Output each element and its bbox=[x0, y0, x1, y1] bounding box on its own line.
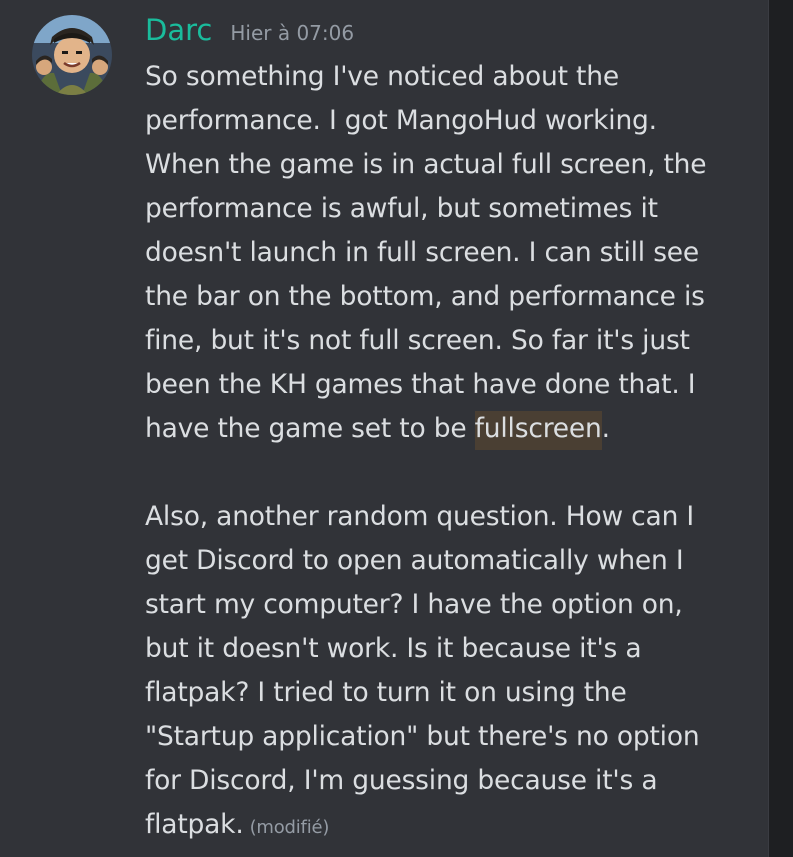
message-line: flatpak? I tried to turn it on using the bbox=[145, 677, 627, 708]
message-line: doesn't launch in full screen. I can sti… bbox=[145, 237, 700, 268]
message-line: When the game is in actual full screen, … bbox=[145, 149, 707, 180]
scrollbar-track[interactable] bbox=[769, 0, 793, 857]
user-avatar[interactable] bbox=[32, 15, 112, 95]
message-line: "Startup application" but there's no opt… bbox=[145, 721, 700, 752]
message-content: So something I've noticed about the perf… bbox=[145, 55, 745, 847]
message-line: been the KH games that have done that. I bbox=[145, 369, 696, 400]
message-header: Darc Hier à 07:06 bbox=[145, 13, 354, 53]
edited-label: (modifié) bbox=[249, 817, 330, 838]
message-line: Also, another random question. How can I bbox=[145, 501, 695, 532]
message-line: but it doesn't work. Is it because it's … bbox=[145, 633, 642, 664]
message-line: flatpak. (modifié) bbox=[145, 803, 745, 847]
username[interactable]: Darc bbox=[145, 13, 212, 47]
message-line: start my computer? I have the option on, bbox=[145, 589, 683, 620]
message-line: performance. I got MangoHud working. bbox=[145, 105, 657, 136]
message-line: So something I've noticed about the bbox=[145, 61, 619, 92]
paragraph-break bbox=[145, 451, 745, 495]
message-line: performance is awful, but sometimes it bbox=[145, 193, 658, 224]
message-line: have the game set to be fullscreen. bbox=[145, 407, 745, 451]
message-text: flatpak. bbox=[145, 809, 244, 840]
search-highlight: fullscreen bbox=[474, 411, 602, 450]
message-text: . bbox=[601, 413, 610, 444]
avatar-image bbox=[32, 15, 112, 95]
message-line: fine, but it's not full screen. So far i… bbox=[145, 325, 690, 356]
timestamp[interactable]: Hier à 07:06 bbox=[230, 21, 354, 45]
message-text: have the game set to be bbox=[145, 413, 475, 444]
message-line: the bar on the bottom, and performance i… bbox=[145, 281, 705, 312]
message-line: for Discord, I'm guessing because it's a bbox=[145, 765, 658, 796]
message-line: get Discord to open automatically when I bbox=[145, 545, 684, 576]
message: Darc Hier à 07:06 So something I've noti… bbox=[0, 0, 768, 857]
